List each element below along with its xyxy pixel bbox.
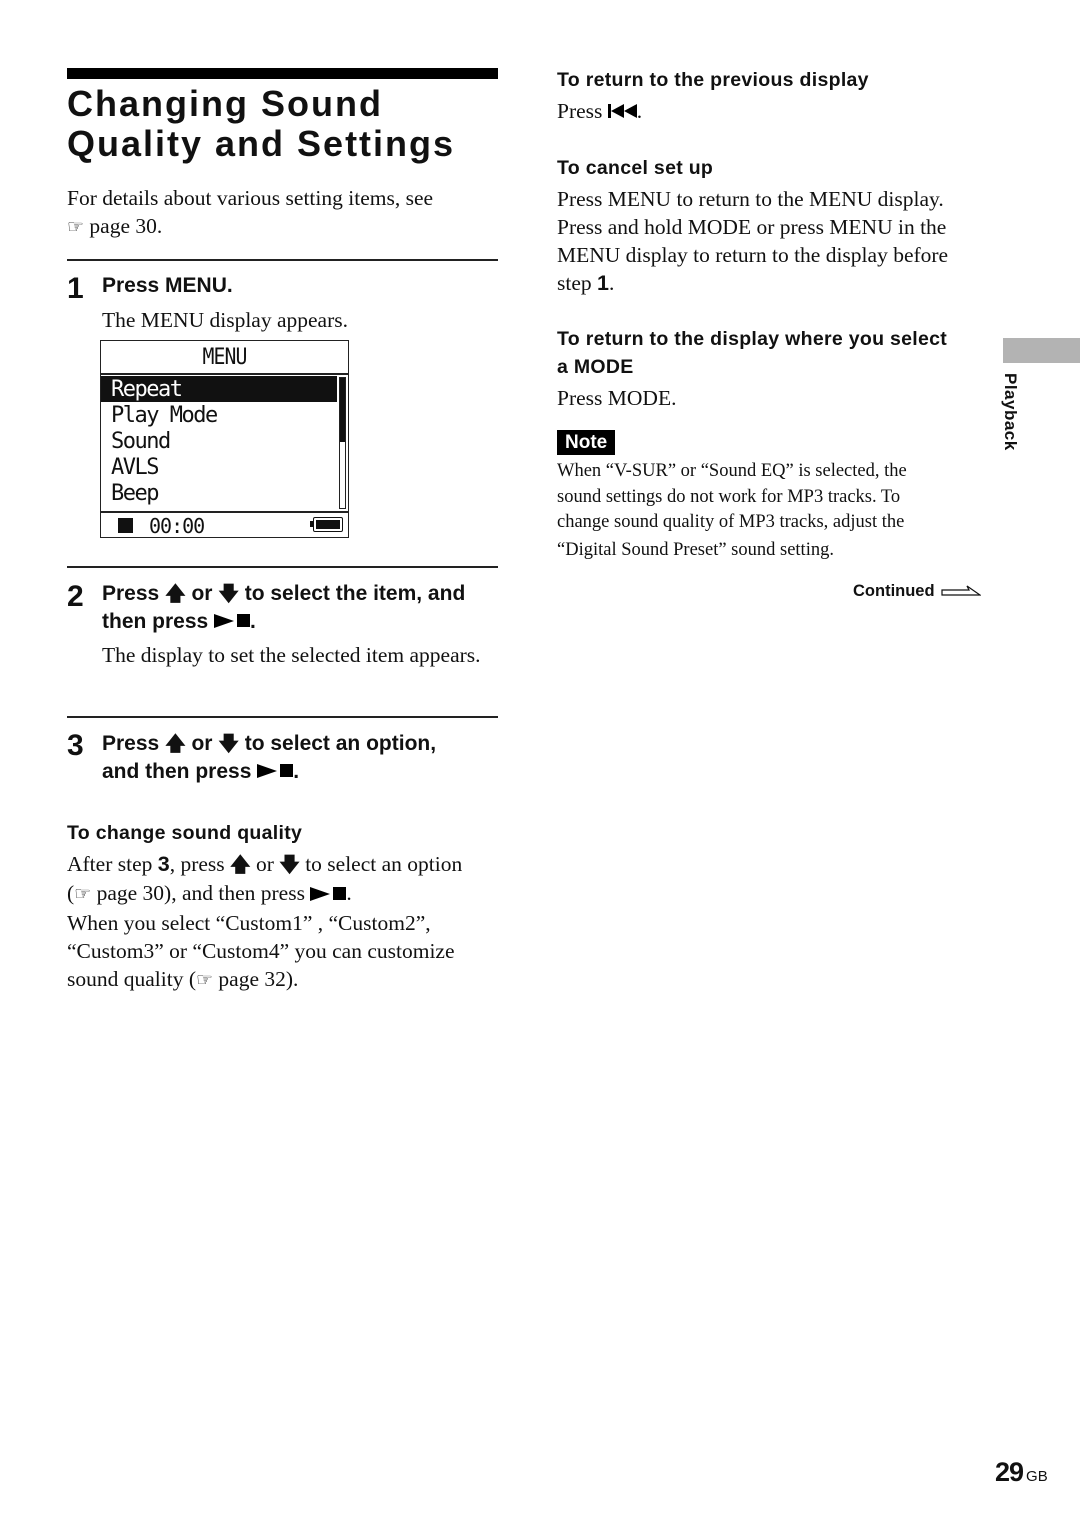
lcd-menu-item-repeat: Repeat	[101, 376, 337, 402]
step-1-number: 1	[67, 272, 84, 305]
lcd-divider	[101, 373, 348, 375]
step-2-body: The display to set the selected item app…	[102, 643, 481, 667]
note-badge: Note	[557, 430, 616, 455]
sound-quality-body: After step 3, press 🡅 or 🡇 to select an …	[67, 850, 507, 995]
intro-paragraph: For details about various setting items,…	[67, 184, 507, 242]
continued-indicator: Continued	[853, 580, 981, 602]
lcd-menu-item-avls: AVLS	[111, 455, 159, 480]
title-bar-decoration	[67, 68, 498, 79]
previous-display-heading: To return to the previous display	[557, 69, 869, 91]
intro-text: For details about various setting items,…	[67, 186, 434, 210]
divider	[67, 716, 498, 718]
lcd-menu-display: MENU Repeat Play Mode Sound AVLS Beep 00…	[100, 340, 349, 538]
page-title: Changing Sound Quality and Settings	[67, 84, 507, 164]
cancel-setup-body: Press MENU to return to the MENU display…	[557, 187, 949, 295]
down-arrow-icon: 🡇	[218, 583, 239, 605]
divider	[67, 259, 498, 261]
step-3-heading: Press 🡅 or 🡇 to select an option, and th…	[102, 732, 437, 783]
mode-return-heading: To return to the display where you selec…	[557, 328, 948, 378]
section-tab-label: Playback	[1001, 373, 1020, 451]
step-1-heading: Press MENU.	[102, 274, 233, 297]
lcd-scrollbar	[339, 377, 346, 509]
previous-display-body: Press .	[557, 99, 643, 123]
battery-icon	[310, 517, 343, 532]
play-stop-icon	[214, 613, 251, 628]
page-title-line2: Quality and Settings	[67, 123, 456, 164]
play-stop-icon	[257, 763, 294, 778]
page-number: 29 GB	[995, 1457, 1048, 1488]
lcd-menu-item-beep: Beep	[111, 481, 159, 506]
continued-arrow-icon	[940, 585, 981, 596]
previous-track-icon	[607, 104, 637, 119]
lcd-status-bar: 00:00	[101, 513, 348, 538]
pointer-hand-icon: ☞	[196, 970, 214, 991]
intro-page-link[interactable]: page 30.	[89, 214, 162, 238]
lcd-menu-item-play-mode: Play Mode	[111, 403, 218, 428]
up-arrow-icon: 🡅	[230, 854, 251, 876]
step-2-number: 2	[67, 580, 84, 613]
cancel-setup-heading: To cancel set up	[557, 157, 714, 179]
lcd-scrollbar-thumb	[340, 378, 345, 442]
page-language-code: GB	[1026, 1468, 1048, 1485]
lcd-time: 00:00	[149, 514, 205, 538]
step-1-body: The MENU display appears.	[102, 308, 348, 332]
up-arrow-icon: 🡅	[165, 583, 186, 605]
down-arrow-icon: 🡇	[218, 733, 239, 755]
stop-icon	[118, 518, 133, 533]
page-32-link[interactable]: page 32).	[218, 967, 298, 991]
page-title-line1: Changing Sound	[67, 83, 383, 124]
page-30-link[interactable]: page 30), and then press	[97, 881, 305, 905]
sound-quality-heading: To change sound quality	[67, 822, 303, 844]
down-arrow-icon: 🡇	[279, 854, 300, 876]
mode-return-body: Press MODE.	[557, 386, 677, 410]
lcd-menu-item-sound: Sound	[111, 429, 171, 454]
play-stop-icon	[310, 886, 347, 901]
lcd-menu-list: Repeat Play Mode Sound AVLS Beep	[101, 376, 337, 506]
pointer-hand-icon: ☞	[67, 217, 85, 238]
step-2-heading: Press 🡅 or 🡇 to select the item, and the…	[102, 582, 466, 633]
up-arrow-icon: 🡅	[165, 733, 186, 755]
note-text: When “V-SUR” or “Sound EQ” is selected, …	[557, 461, 907, 560]
section-tab-marker	[1003, 338, 1080, 363]
step-3-number: 3	[67, 729, 84, 762]
divider	[67, 566, 498, 568]
page-number-value: 29	[995, 1457, 1024, 1487]
pointer-hand-icon: ☞	[74, 884, 92, 905]
continued-label: Continued	[853, 582, 935, 600]
lcd-title: MENU	[202, 345, 247, 370]
